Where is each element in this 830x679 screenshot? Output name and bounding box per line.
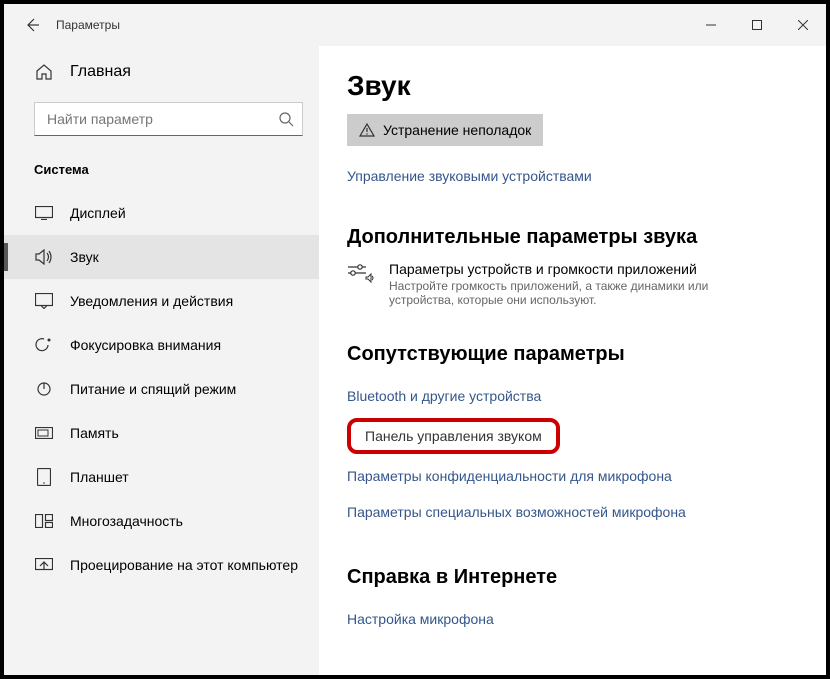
sliders-icon [347, 263, 375, 283]
arrow-left-icon [24, 17, 40, 33]
nav-display[interactable]: Дисплей [4, 191, 319, 235]
focus-icon [34, 335, 54, 355]
nav-sound[interactable]: Звук [4, 235, 319, 279]
troubleshoot-button[interactable]: Устранение неполадок [347, 114, 543, 146]
sound-icon [34, 247, 54, 267]
nav-item-label: Память [70, 425, 119, 441]
nav-item-label: Многозадачность [70, 513, 183, 529]
search-input[interactable] [45, 110, 278, 128]
nav-storage[interactable]: Память [4, 411, 319, 455]
nav-notifications[interactable]: Уведомления и действия [4, 279, 319, 323]
related-sound-control-highlight: Панель управления звуком [347, 414, 786, 458]
titlebar: Параметры [4, 4, 826, 46]
nav-focus-assist[interactable]: Фокусировка внимания [4, 323, 319, 367]
projecting-icon [34, 555, 54, 575]
help-mic-setup[interactable]: Настройка микрофона [347, 601, 786, 637]
nav-item-label: Уведомления и действия [70, 293, 233, 309]
notification-icon [34, 291, 54, 311]
app-volume-desc: Настройте громкость приложений, а также … [389, 279, 749, 307]
nav-item-label: Планшет [70, 469, 129, 485]
maximize-button[interactable] [734, 4, 780, 46]
app-volume-title: Параметры устройств и громкости приложен… [389, 261, 749, 277]
window-controls [688, 4, 826, 46]
multitasking-icon [34, 511, 54, 531]
page-title: Звук [347, 70, 786, 102]
nav-item-label: Проецирование на этот компьютер [70, 557, 298, 573]
close-button[interactable] [780, 4, 826, 46]
nav-home[interactable]: Главная [4, 52, 319, 92]
nav-home-label: Главная [70, 63, 131, 81]
section-help: Справка в Интернете [347, 566, 786, 589]
tablet-icon [34, 467, 54, 487]
sidebar: Главная Система Дисплей З [4, 46, 319, 675]
search-icon [278, 111, 294, 127]
warning-icon [359, 123, 375, 137]
app-volume-row[interactable]: Параметры устройств и громкости приложен… [347, 261, 786, 307]
back-button[interactable] [12, 4, 52, 46]
nav-projecting[interactable]: Проецирование на этот компьютер [4, 543, 319, 587]
display-icon [34, 203, 54, 223]
minimize-button[interactable] [688, 4, 734, 46]
section-advanced: Дополнительные параметры звука [347, 226, 786, 249]
maximize-icon [752, 20, 762, 30]
section-related: Сопутствующие параметры [347, 343, 786, 366]
related-mic-accessibility[interactable]: Параметры специальных возможностей микро… [347, 494, 786, 530]
storage-icon [34, 423, 54, 443]
window-title: Параметры [56, 18, 120, 32]
settings-window: Параметры Главная [0, 0, 830, 679]
nav-tablet[interactable]: Планшет [4, 455, 319, 499]
nav-power[interactable]: Питание и спящий режим [4, 367, 319, 411]
sidebar-section-header: Система [4, 154, 319, 191]
nav-item-label: Питание и спящий режим [70, 381, 236, 397]
nav-item-label: Звук [70, 249, 99, 265]
home-icon [34, 62, 54, 82]
related-bluetooth[interactable]: Bluetooth и другие устройства [347, 378, 786, 414]
troubleshoot-label: Устранение неполадок [383, 122, 531, 138]
search-box[interactable] [34, 102, 303, 136]
nav-item-label: Фокусировка внимания [70, 337, 221, 353]
power-icon [34, 379, 54, 399]
related-mic-privacy[interactable]: Параметры конфиденциальности для микрофо… [347, 458, 786, 494]
window-body: Главная Система Дисплей З [4, 46, 826, 675]
content-area: Звук Устранение неполадок Управление зву… [319, 46, 826, 675]
manage-devices-link[interactable]: Управление звуковыми устройствами [347, 162, 786, 190]
related-sound-control-panel[interactable]: Панель управления звуком [347, 418, 560, 454]
close-icon [798, 20, 808, 30]
nav-multitasking[interactable]: Многозадачность [4, 499, 319, 543]
nav-item-label: Дисплей [70, 205, 126, 221]
minimize-icon [706, 20, 716, 30]
